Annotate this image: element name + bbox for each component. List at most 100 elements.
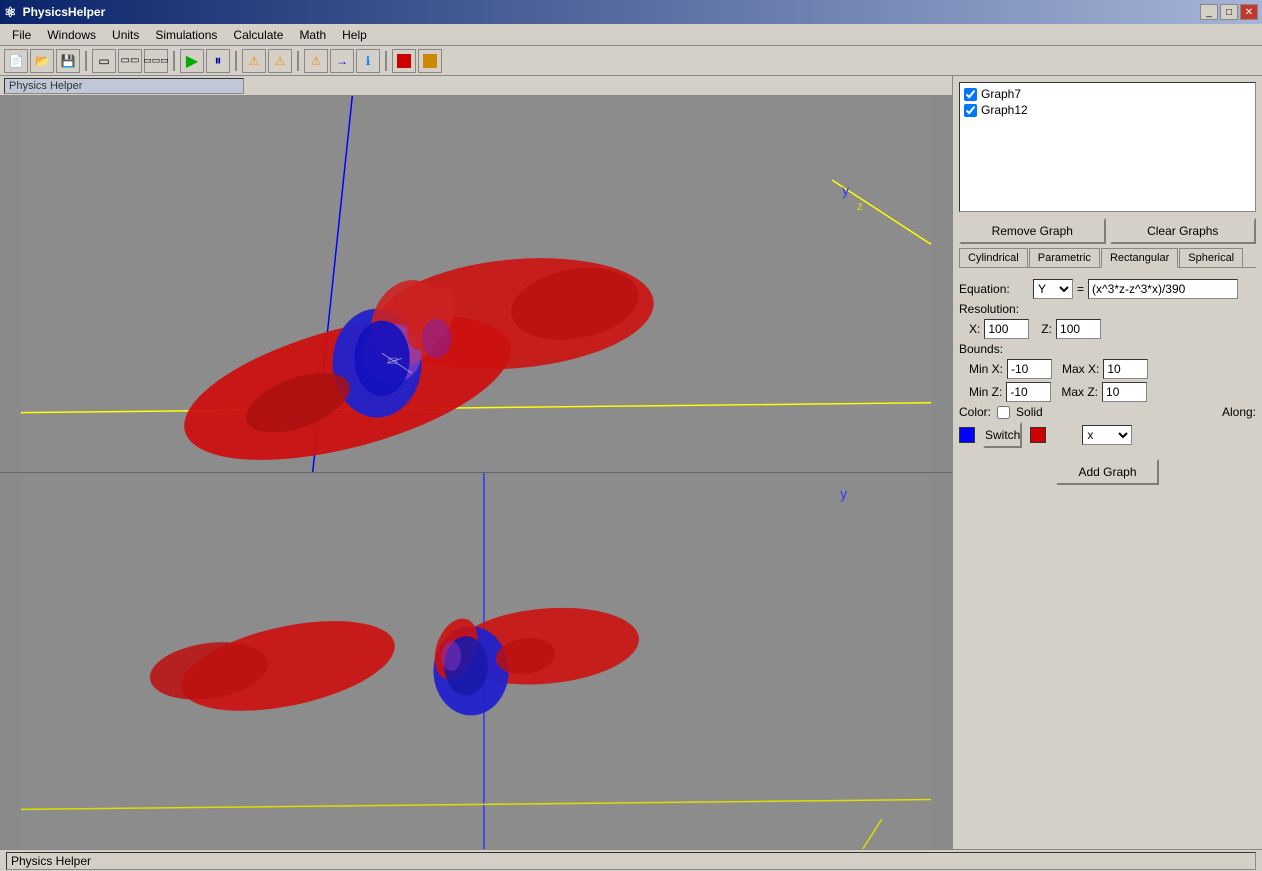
warning1-button[interactable]: ⚠ xyxy=(242,49,266,73)
tab-parametric[interactable]: Parametric xyxy=(1029,248,1100,267)
resolution-z-input[interactable] xyxy=(1056,319,1101,339)
bottom-scene: y z xyxy=(0,473,952,849)
minimize-button[interactable]: _ xyxy=(1200,4,1218,20)
solid-checkbox[interactable] xyxy=(997,406,1010,419)
equation-label: Equation: xyxy=(959,282,1029,296)
resolution-x-label: X: xyxy=(969,322,980,336)
menu-calculate[interactable]: Calculate xyxy=(225,26,291,44)
remove-graph-button[interactable]: Remove Graph xyxy=(959,218,1106,244)
min-x-input[interactable] xyxy=(1007,359,1052,379)
max-z-label: Max Z: xyxy=(1061,385,1098,399)
coordinate-tabs: Cylindrical Parametric Rectangular Spher… xyxy=(959,248,1256,268)
open-button[interactable]: 📂 xyxy=(30,49,54,73)
menu-units[interactable]: Units xyxy=(104,26,147,44)
separator-1 xyxy=(85,51,87,71)
along-select[interactable]: x y z xyxy=(1082,425,1132,445)
graph-list: Graph7 Graph12 xyxy=(959,82,1256,212)
window-controls: _ □ ✕ xyxy=(1200,4,1258,20)
resolution-row: Resolution: xyxy=(959,302,1256,316)
play-button[interactable]: ▶ xyxy=(180,49,204,73)
solid-label: Solid xyxy=(1016,405,1043,419)
layout1-button[interactable]: ▭ xyxy=(92,49,116,73)
menu-file[interactable]: File xyxy=(4,26,39,44)
title-area: ⚛ PhysicsHelper xyxy=(4,4,105,21)
rec-button[interactable] xyxy=(418,49,442,73)
warning2-button[interactable]: ⚠ xyxy=(268,49,292,73)
menu-simulations[interactable]: Simulations xyxy=(147,26,225,44)
switch-row: Switch x y z xyxy=(959,422,1256,448)
layout3-button[interactable]: ▭▭▭ xyxy=(144,49,168,73)
graph-item-7: Graph7 xyxy=(964,87,1251,101)
svg-text:y: y xyxy=(842,182,849,198)
equation-equals: = xyxy=(1077,282,1084,296)
svg-text:y: y xyxy=(840,486,847,502)
app-icon: ⚛ xyxy=(4,4,17,21)
canvas-area: Physics Helper y z xyxy=(0,76,952,849)
arrow-button[interactable]: → xyxy=(330,49,354,73)
resolution-label: Resolution: xyxy=(959,302,1029,316)
tab-cylindrical[interactable]: Cylindrical xyxy=(959,248,1028,267)
warning3-button[interactable]: ⚠ xyxy=(304,49,328,73)
equation-section: Equation: Y = Resolution: X: Z: Bounds: xyxy=(959,276,1256,451)
add-graph-button[interactable]: Add Graph xyxy=(1056,459,1158,485)
menu-help[interactable]: Help xyxy=(334,26,375,44)
resolution-x-input[interactable] xyxy=(984,319,1029,339)
color-label: Color: xyxy=(959,405,991,419)
graph-action-buttons: Remove Graph Clear Graphs xyxy=(959,218,1256,244)
pause-button[interactable]: ⏸ xyxy=(206,49,230,73)
equation-row: Equation: Y = xyxy=(959,279,1256,299)
main-area: Physics Helper y z xyxy=(0,76,1262,849)
graph7-label: Graph7 xyxy=(981,87,1021,101)
save-button[interactable]: 💾 xyxy=(56,49,80,73)
separator-4 xyxy=(297,51,299,71)
max-x-label: Max X: xyxy=(1062,362,1099,376)
color-row: Color: Solid Along: xyxy=(959,405,1256,419)
app-title: PhysicsHelper xyxy=(23,5,106,19)
address-input[interactable]: Physics Helper xyxy=(4,78,244,94)
menu-windows[interactable]: Windows xyxy=(39,26,104,44)
min-x-label: Min X: xyxy=(969,362,1003,376)
svg-text:z: z xyxy=(857,199,863,213)
status-text: Physics Helper xyxy=(6,852,1256,870)
tab-rectangular[interactable]: Rectangular xyxy=(1101,248,1178,268)
statusbar: Physics Helper xyxy=(0,849,1262,871)
menu-math[interactable]: Math xyxy=(291,26,334,44)
bounds-z-row: Min Z: Max Z: xyxy=(959,382,1256,402)
new-button[interactable]: 📄 xyxy=(4,49,28,73)
top-viewport[interactable]: y z xyxy=(0,96,952,473)
clear-graphs-button[interactable]: Clear Graphs xyxy=(1110,218,1257,244)
graph12-checkbox[interactable] xyxy=(964,104,977,117)
bounds-x-row: Min X: Max X: xyxy=(959,359,1256,379)
top-scene: y z xyxy=(0,96,952,472)
bounds-label: Bounds: xyxy=(959,342,1029,356)
separator-2 xyxy=(173,51,175,71)
maximize-button[interactable]: □ xyxy=(1220,4,1238,20)
max-x-input[interactable] xyxy=(1103,359,1148,379)
layout2-button[interactable]: ▭▭ xyxy=(118,49,142,73)
menubar: File Windows Units Simulations Calculate… xyxy=(0,24,1262,46)
stop-button[interactable] xyxy=(392,49,416,73)
equation-variable-select[interactable]: Y xyxy=(1033,279,1073,299)
info-button[interactable]: ℹ xyxy=(356,49,380,73)
titlebar: ⚛ PhysicsHelper _ □ ✕ xyxy=(0,0,1262,24)
graph7-checkbox[interactable] xyxy=(964,88,977,101)
address-bar: Physics Helper xyxy=(0,76,952,96)
equation-input[interactable] xyxy=(1088,279,1238,299)
bounds-label-row: Bounds: xyxy=(959,342,1256,356)
min-z-label: Min Z: xyxy=(969,385,1002,399)
switch-button[interactable]: Switch xyxy=(983,422,1022,448)
separator-3 xyxy=(235,51,237,71)
color-swatch-2[interactable] xyxy=(1030,427,1046,443)
max-z-input[interactable] xyxy=(1102,382,1147,402)
resolution-inputs: X: Z: xyxy=(959,319,1256,339)
color-swatch-1[interactable] xyxy=(959,427,975,443)
right-panel: Graph7 Graph12 Remove Graph Clear Graphs… xyxy=(952,76,1262,849)
close-button[interactable]: ✕ xyxy=(1240,4,1258,20)
bottom-viewport[interactable]: y z xyxy=(0,473,952,849)
resolution-z-label: Z: xyxy=(1041,322,1052,336)
tab-spherical[interactable]: Spherical xyxy=(1179,248,1243,267)
along-label: Along: xyxy=(1222,405,1256,419)
graph12-label: Graph12 xyxy=(981,103,1028,117)
min-z-input[interactable] xyxy=(1006,382,1051,402)
separator-5 xyxy=(385,51,387,71)
